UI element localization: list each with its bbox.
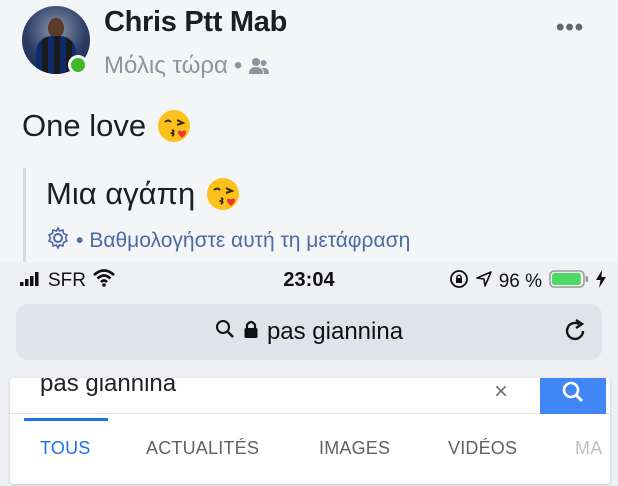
- search-button[interactable]: [540, 378, 606, 414]
- status-icons: 96 %: [449, 269, 606, 295]
- active-tab-indicator: [24, 418, 108, 421]
- meta-separator: •: [233, 52, 243, 79]
- post-body: One love: [22, 108, 192, 144]
- location-icon: [475, 271, 492, 293]
- facebook-post: Chris Ptt Mab Μόλις τώρα • ••• One love: [0, 0, 618, 262]
- search-icon: [562, 381, 584, 403]
- lock-rotation-icon: [449, 269, 469, 295]
- safari-address-bar[interactable]: pas giannina: [16, 304, 602, 360]
- lock-icon: [243, 318, 259, 346]
- rate-translation-link[interactable]: Βαθμολογήστε αυτή τη μετάφραση: [89, 229, 410, 253]
- tab-videos[interactable]: VIDÉOS: [448, 438, 517, 459]
- google-search-box[interactable]: pas giannina ×: [10, 378, 610, 414]
- avatar-head: [48, 18, 64, 38]
- search-icon: [215, 318, 235, 346]
- tab-actualites[interactable]: ACTUALITÉS: [146, 438, 259, 459]
- battery-icon: [549, 269, 589, 295]
- kiss-emoji-icon: [205, 176, 241, 212]
- more-horizontal-icon[interactable]: •••: [556, 14, 584, 42]
- post-timestamp[interactable]: Μόλις τώρα: [104, 52, 228, 80]
- tab-images[interactable]: IMAGES: [319, 438, 390, 459]
- kiss-emoji-icon: [156, 108, 192, 144]
- post-meta: Μόλις τώρα •: [104, 52, 270, 80]
- rate-translation-row: • Βαθμολογήστε αυτή τη μετάφραση: [46, 226, 410, 256]
- safari-screenshot: SFR 23:04 96 % pas giannina pas giannina…: [0, 262, 618, 486]
- tab-maps[interactable]: MA: [575, 438, 602, 459]
- reload-icon[interactable]: [562, 318, 588, 349]
- author-name[interactable]: Chris Ptt Mab: [104, 6, 287, 39]
- post-text: One love: [22, 108, 147, 143]
- online-status-dot: [68, 55, 88, 75]
- google-results-panel: pas giannina × TOUS ACTUALITÉS IMAGES VI…: [10, 378, 610, 484]
- translation-block: Μια αγάπη • Βαθμολογήστε αυτή τη μετάφρα…: [23, 168, 583, 262]
- address-text: pas giannina: [266, 318, 404, 345]
- status-bar: SFR 23:04 96 %: [0, 262, 618, 300]
- address-content: pas giannina: [16, 318, 602, 346]
- battery-percent: 96 %: [498, 271, 542, 292]
- friends-icon[interactable]: [248, 57, 270, 75]
- search-tabs: TOUS ACTUALITÉS IMAGES VIDÉOS MA: [10, 430, 610, 470]
- search-query-input[interactable]: pas giannina: [40, 378, 176, 398]
- rate-separator: •: [76, 229, 84, 252]
- charging-icon: [596, 270, 606, 294]
- translation-text: Μια αγάπη: [46, 176, 196, 211]
- clear-icon[interactable]: ×: [494, 378, 508, 406]
- gear-icon[interactable]: [46, 226, 70, 256]
- tab-tous[interactable]: TOUS: [40, 438, 90, 459]
- translation-body: Μια αγάπη: [46, 176, 241, 212]
